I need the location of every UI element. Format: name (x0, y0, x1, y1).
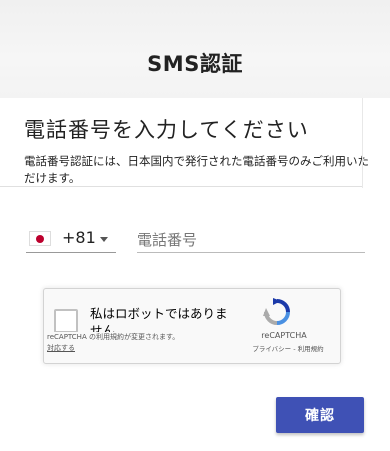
country-code-select[interactable]: +81 (26, 228, 116, 253)
japan-flag-icon (29, 231, 51, 246)
card-title: 電話番号を入力してください (24, 118, 309, 142)
recaptcha-logo-icon (263, 298, 290, 325)
recaptcha-notice: reCAPTCHA の利用規約が変更されます。 (47, 332, 217, 342)
recaptcha-checkbox[interactable] (54, 309, 78, 333)
divider (0, 186, 362, 187)
page-header: SMS認証 (0, 0, 390, 98)
recaptcha-notice-link[interactable]: 対応する (47, 343, 75, 353)
confirm-button[interactable]: 確認 (276, 397, 364, 433)
chevron-down-icon (100, 237, 108, 242)
phone-number-input[interactable] (137, 228, 365, 253)
page-title: SMS認証 (147, 52, 243, 76)
card-description: 電話番号認証には、日本国内で発行された電話番号のみご利用いただけます。 (24, 154, 369, 185)
card-edge (362, 98, 363, 188)
country-code-value: +81 (62, 228, 96, 247)
sms-verification-card: 電話番号を入力してください 電話番号認証には、日本国内で発行された電話番号のみご… (0, 98, 390, 451)
recaptcha-widget: 私はロボットではありません reCAPTCHA の利用規約が変更されます。 対応… (43, 288, 341, 364)
recaptcha-brand: reCAPTCHA (261, 331, 307, 340)
recaptcha-terms-link[interactable]: プライバシー - 利用規約 (240, 343, 336, 353)
